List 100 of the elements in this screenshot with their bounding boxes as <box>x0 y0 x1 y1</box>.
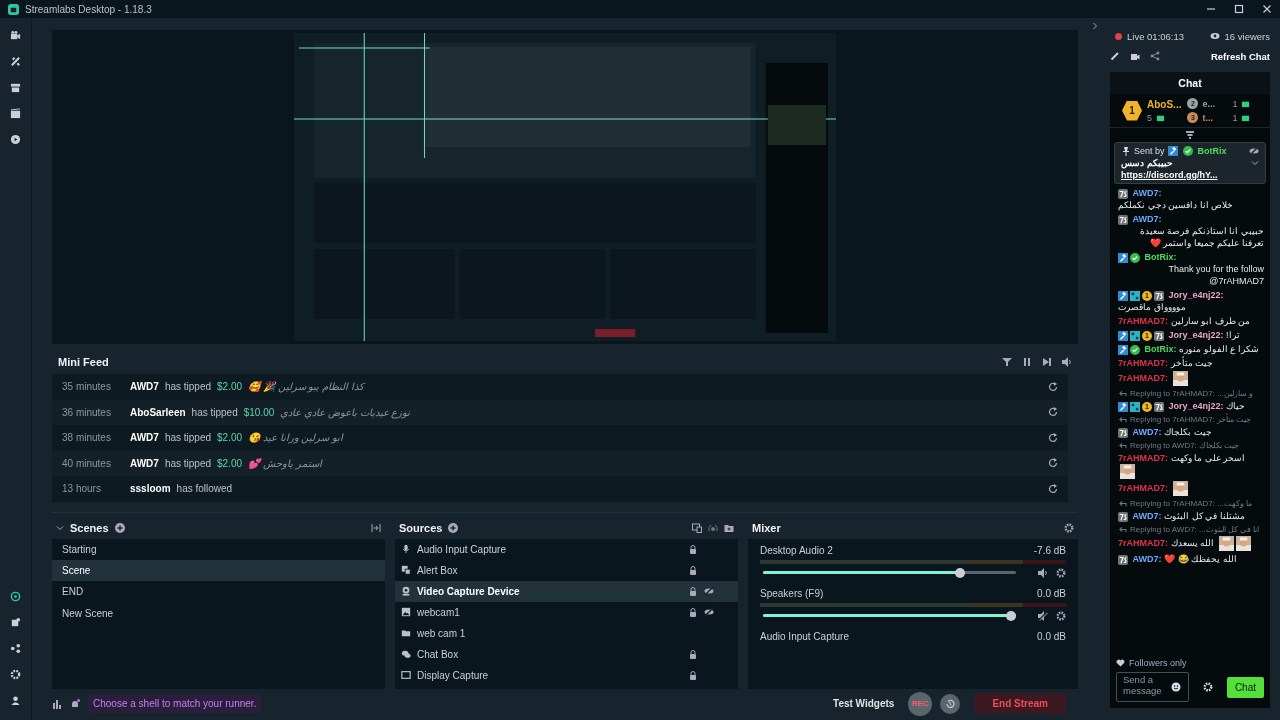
share-icon[interactable] <box>1150 51 1160 61</box>
replay-icon[interactable] <box>1048 432 1058 443</box>
wave-icon[interactable] <box>10 591 21 602</box>
screens-icon[interactable] <box>692 522 702 533</box>
alert-icon <box>401 565 411 575</box>
user-name[interactable]: 7rAHMAD7: <box>1118 316 1168 326</box>
replay-icon[interactable] <box>1048 407 1058 418</box>
verified-badge-icon <box>1130 252 1140 263</box>
play-icon[interactable] <box>10 134 21 145</box>
media-icon[interactable] <box>10 108 21 119</box>
source-item[interactable]: Audio Input Capture <box>395 538 738 560</box>
user-name[interactable]: 7rAHMAD7: <box>1118 372 1168 383</box>
volume-reading: 0.0 dB <box>1037 630 1066 642</box>
camera-icon[interactable] <box>10 30 21 41</box>
user-name[interactable]: AWD7: <box>1132 511 1162 521</box>
caret-icon[interactable] <box>1251 159 1259 167</box>
maximize-icon[interactable] <box>1234 4 1244 14</box>
user-name[interactable]: Jory_e4nj22: <box>1168 401 1224 411</box>
bell-icon[interactable] <box>70 698 80 709</box>
stats-icon[interactable] <box>52 698 62 709</box>
end-stream-button[interactable]: End Stream <box>974 693 1066 714</box>
chat-send-button[interactable]: Chat <box>1226 676 1264 698</box>
team-badge-icon <box>1118 427 1128 438</box>
scene-item[interactable]: END <box>52 581 385 603</box>
themes-icon[interactable] <box>10 56 21 67</box>
reply-icon <box>1118 442 1127 450</box>
filter-icon[interactable] <box>1002 357 1012 367</box>
refresh-chat-button[interactable]: Refresh Chat <box>1210 50 1270 62</box>
user-name[interactable]: 7rAHMAD7: <box>1118 358 1168 368</box>
lock-icon[interactable] <box>688 586 698 596</box>
scene-item[interactable]: Scene <box>52 559 385 582</box>
user-name[interactable]: AWD7: <box>1132 554 1162 564</box>
close-icon[interactable] <box>1262 4 1272 14</box>
settings-icon[interactable] <box>10 669 21 680</box>
user-name[interactable]: BotRix: <box>1144 344 1177 354</box>
lock-icon[interactable] <box>688 607 698 617</box>
source-item[interactable]: Display Capture <box>395 664 738 686</box>
lock-icon[interactable] <box>688 565 698 575</box>
tip-message: كذا النظام يبو سرلين 🎉 🥰 <box>248 381 364 393</box>
collapse-icon[interactable] <box>371 522 381 533</box>
puzzle-icon[interactable] <box>10 617 21 628</box>
volume-slider[interactable] <box>763 567 1016 578</box>
speaker-muted-icon[interactable] <box>1038 610 1048 621</box>
user-name[interactable]: AWD7: <box>1132 427 1162 437</box>
settings-icon[interactable] <box>1056 610 1066 621</box>
source-item[interactable]: webcam1 <box>395 601 738 623</box>
speaker-icon[interactable] <box>1038 567 1048 578</box>
profile-icon[interactable] <box>10 695 21 706</box>
reply-context: Replying to AWD7: جيت بكلجاك <box>1130 441 1240 450</box>
hidden-eye-icon[interactable] <box>704 607 714 617</box>
volume-icon[interactable] <box>1062 357 1072 367</box>
test-widgets-button[interactable]: Test Widgets <box>827 697 901 710</box>
replay-icon[interactable] <box>1048 381 1058 392</box>
reply-icon <box>1118 416 1127 424</box>
hidden-eye-icon[interactable] <box>704 586 714 596</box>
source-item[interactable]: web cam 1 <box>395 622 738 644</box>
caret-icon[interactable] <box>56 523 64 532</box>
expand-icon[interactable] <box>1091 22 1099 30</box>
filter-icon[interactable] <box>1185 130 1195 140</box>
source-item[interactable]: Alert Box <box>395 559 738 581</box>
volume-slider[interactable] <box>763 610 1016 621</box>
camera-icon[interactable] <box>1130 51 1140 61</box>
user-name[interactable]: AWD7: <box>1132 188 1162 198</box>
scene-item[interactable]: New Scene <box>52 602 385 624</box>
share-icon[interactable] <box>10 643 21 654</box>
settings-icon[interactable] <box>1056 567 1066 578</box>
user-name[interactable]: Jory_e4nj22: <box>1168 290 1224 300</box>
scene-item[interactable]: Starting <box>52 538 385 560</box>
user-name[interactable]: BotRix: <box>1144 252 1177 262</box>
lock-icon[interactable] <box>688 649 698 659</box>
source-item[interactable]: Video Capture Device <box>395 580 738 602</box>
pause-icon[interactable] <box>1022 357 1032 367</box>
user-name[interactable]: AWD7: <box>1132 214 1162 224</box>
user-name[interactable]: 7rAHMAD7: <box>1118 453 1168 463</box>
folder-add-icon[interactable] <box>724 522 734 533</box>
replay-icon[interactable] <box>1048 483 1058 494</box>
emoji-icon[interactable] <box>1171 682 1181 692</box>
notification-banner[interactable]: Choose a shell to match your runner. <box>88 694 262 713</box>
broadcast-icon[interactable] <box>708 522 718 533</box>
link[interactable]: https://discord.gg/hY... <box>1121 170 1259 180</box>
gift-count: 1 <box>1232 98 1238 109</box>
message-field[interactable]: Send a message <box>1116 672 1189 702</box>
skip-icon[interactable] <box>1042 357 1052 367</box>
reply-context: Replying to 7rAHMAD7: ...و سارلين <box>1130 389 1254 398</box>
tip-amount: $2.00 <box>217 432 243 444</box>
add-icon[interactable] <box>448 522 459 533</box>
lock-icon[interactable] <box>688 670 698 680</box>
user-name[interactable]: Jory_e4nj22: <box>1168 330 1224 340</box>
panel-title: Scenes <box>70 521 109 534</box>
lock-icon[interactable] <box>688 544 698 554</box>
settings-icon[interactable] <box>1064 522 1074 533</box>
user-name: BotRix <box>1197 146 1227 156</box>
store-icon[interactable] <box>10 82 21 93</box>
pencil-icon[interactable] <box>1110 51 1120 61</box>
replay-icon[interactable] <box>1048 458 1058 469</box>
source-item[interactable]: Chat Box <box>395 643 738 665</box>
add-icon[interactable] <box>114 522 125 533</box>
replay-buffer-button[interactable] <box>940 693 961 714</box>
user-name[interactable]: 7rAHMAD7: <box>1118 537 1168 548</box>
user-name[interactable]: 7rAHMAD7: <box>1118 482 1168 493</box>
